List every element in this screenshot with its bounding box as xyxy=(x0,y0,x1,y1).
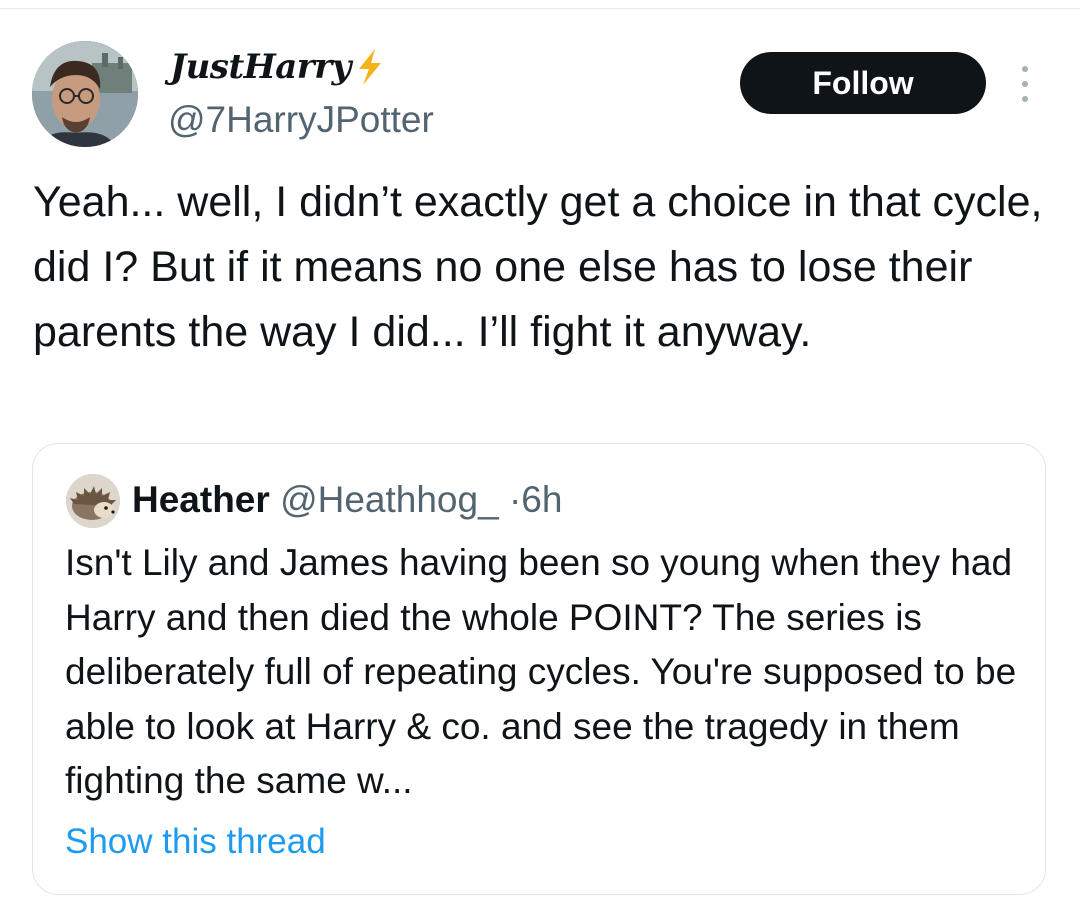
quote-author-handle[interactable]: @Heathhog_ xyxy=(280,479,499,520)
user-avatar-photo xyxy=(32,41,138,147)
quote-timestamp[interactable]: 6h xyxy=(521,479,562,520)
display-name[interactable]: JustHarry xyxy=(170,45,387,89)
top-divider xyxy=(0,8,1080,9)
show-thread-link[interactable]: Show this thread xyxy=(65,819,326,865)
quote-separator: · xyxy=(508,479,522,520)
follow-button[interactable]: Follow xyxy=(740,52,986,114)
quote-avatar[interactable] xyxy=(66,474,120,528)
hedgehog-avatar xyxy=(66,474,120,528)
more-options-icon[interactable] xyxy=(1013,66,1037,102)
more-dot xyxy=(1022,81,1028,87)
avatar[interactable] xyxy=(32,41,138,147)
quote-header: Heather @Heathhog_ ·6h xyxy=(132,477,562,523)
tweet-text: Yeah... well, I didn’t exactly get a cho… xyxy=(33,178,1043,356)
quote-author-name[interactable]: Heather xyxy=(132,479,270,520)
quote-text: Isn't Lily and James having been so youn… xyxy=(65,542,1017,801)
more-dot xyxy=(1022,96,1028,102)
quoted-tweet-card[interactable]: Heather @Heathhog_ ·6h Isn't Lily and Ja… xyxy=(32,443,1046,895)
author-handle[interactable]: @7HarryJPotter xyxy=(168,98,434,142)
lightning-bolt-icon xyxy=(358,49,381,85)
more-dot xyxy=(1022,66,1028,72)
display-name-text: JustHarry xyxy=(170,47,351,87)
